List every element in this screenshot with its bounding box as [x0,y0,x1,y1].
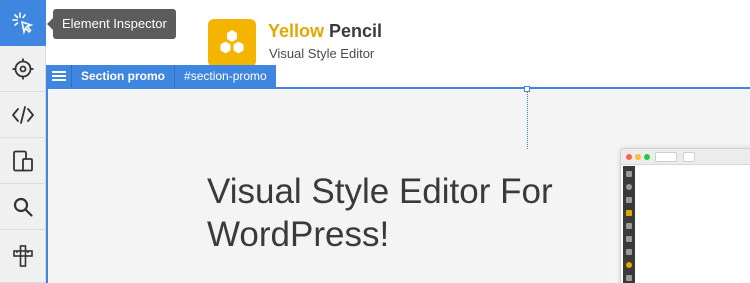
selection-menu-button[interactable] [46,65,72,87]
preview-tool-icon [626,197,632,203]
search-icon [13,197,33,217]
preview-tool-icon [626,249,632,255]
preview-close-dot [626,154,632,160]
editor-toolbar [0,0,46,283]
alignment-guide [527,92,528,149]
selection-element-name[interactable]: Section promo [72,65,176,87]
code-button[interactable] [0,92,46,138]
selection-label-bar: Section promo #section-promo [46,65,276,87]
hamburger-icon [51,71,66,81]
brand-title-highlight: Yellow [268,21,325,41]
element-inspector-tooltip: Element Inspector [47,9,176,39]
brand-title-rest: Pencil [324,21,383,41]
preview-tool-icon [626,275,632,281]
preview-nav-buttons [655,152,677,162]
preview-tool-icon [626,210,632,216]
preview-titlebar [621,149,750,165]
ruler-icon [13,245,33,267]
element-inspector-button[interactable] [0,0,46,46]
preview-tool-icon [626,184,632,190]
brand-subtitle: Visual Style Editor [269,46,375,61]
preview-tool-icon [626,236,632,242]
code-icon [12,105,34,124]
browser-preview-image [620,148,750,283]
brand-title: Yellow Pencil [268,21,382,42]
preview-tool-icon [626,262,632,268]
yellow-pencil-logo [208,19,256,67]
crosshair-icon [12,58,34,79]
page-heading: Visual Style Editor For WordPress! [207,172,553,254]
preview-maximize-dot [644,154,650,160]
responsive-button[interactable] [0,138,46,184]
preview-tool-icon [626,171,632,177]
search-button[interactable] [0,184,46,230]
hexagons-icon [220,30,244,54]
preview-sidebar-button [683,152,695,162]
preview-toolbar [623,166,635,283]
preview-minimize-dot [635,154,641,160]
cursor-select-icon [12,11,34,35]
devices-icon [13,150,33,171]
preview-tool-icon [626,223,632,229]
selection-selector[interactable]: #section-promo [175,65,276,87]
target-button[interactable] [0,46,46,92]
measure-button[interactable] [0,230,46,283]
